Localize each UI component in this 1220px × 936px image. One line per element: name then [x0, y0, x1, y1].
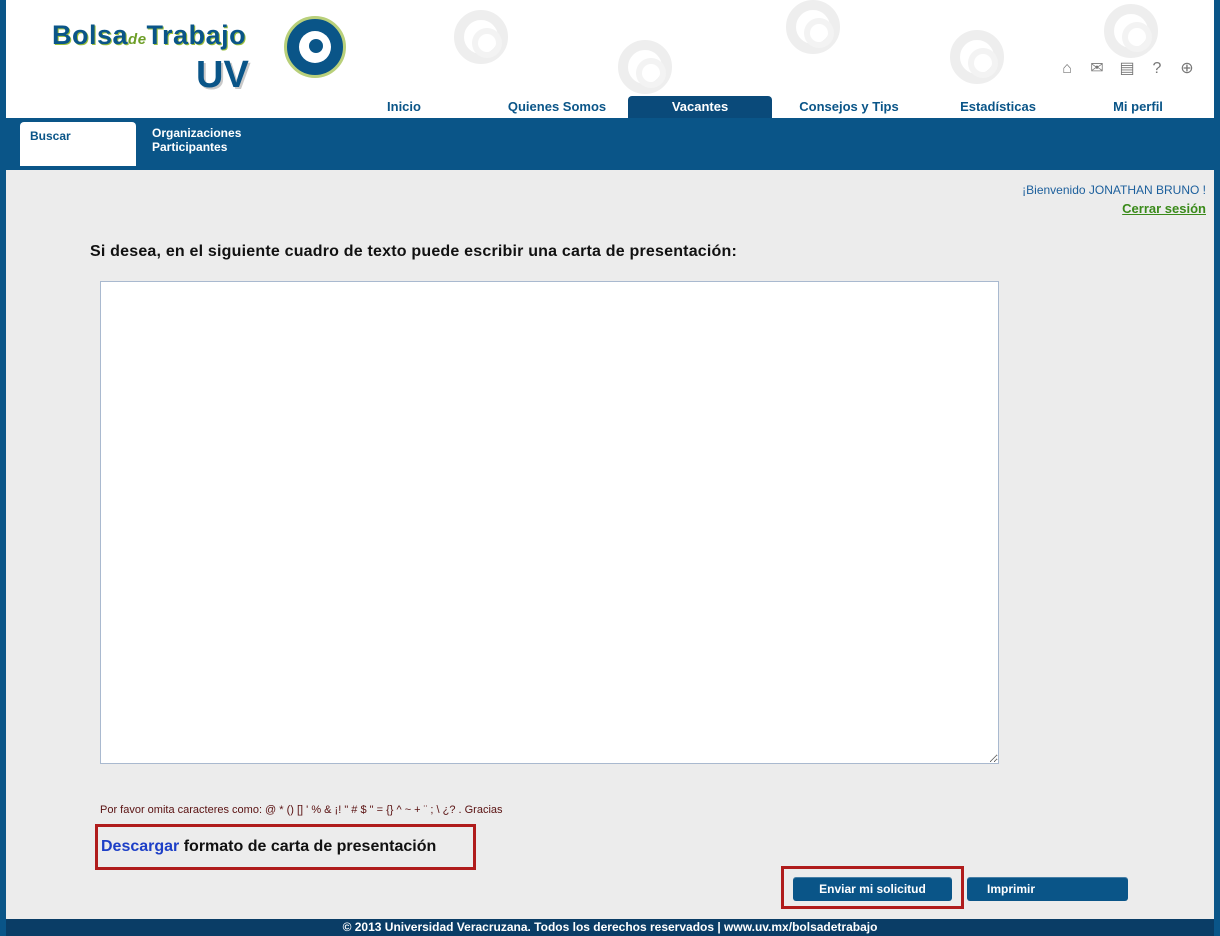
logo-swirl-icon [284, 16, 346, 78]
logo-text: BolsadeTrabajo [52, 20, 247, 50]
watermark-swirl-icon [786, 0, 840, 54]
cover-letter-textarea[interactable] [100, 281, 999, 764]
footer-copyright: © 2013 Universidad Veracruzana. Todos lo… [6, 919, 1214, 936]
main-nav: Inicio Quienes Somos Vacantes Consejos y… [356, 96, 1214, 118]
forbidden-characters-note: Por favor omita caracteres como: @ * () … [100, 804, 503, 816]
nav-quienes-somos[interactable]: Quienes Somos [494, 96, 620, 118]
document-icon[interactable]: ▤ [1118, 60, 1136, 78]
download-link[interactable]: Descargar [101, 838, 179, 855]
nav-mi-perfil[interactable]: Mi perfil [1098, 96, 1178, 118]
watermark-swirl-icon [950, 30, 1004, 84]
logout-link[interactable]: Cerrar sesión [1122, 201, 1206, 216]
header: BolsadeTrabajo UV ⌂ ✉ ▤ ? ⊕ Inicio Quien… [6, 0, 1214, 118]
globe-icon[interactable]: ⊕ [1178, 60, 1196, 78]
tab-label-line1: Organizaciones [152, 126, 242, 140]
nav-consejos-y-tips[interactable]: Consejos y Tips [786, 96, 912, 118]
download-format-row: Descargar formato de carta de presentaci… [101, 838, 436, 856]
right-border [1214, 0, 1220, 936]
site-logo[interactable]: BolsadeTrabajo UV [52, 12, 352, 102]
print-button[interactable]: Imprimir [967, 877, 1128, 901]
nav-estadisticas[interactable]: Estadísticas [946, 96, 1050, 118]
home-icon[interactable]: ⌂ [1058, 60, 1076, 78]
watermark-swirl-icon [454, 10, 508, 64]
welcome-message: ¡Bienvenido JONATHAN BRUNO ! [1022, 183, 1206, 197]
tab-buscar[interactable]: Buscar [20, 122, 136, 166]
tab-label-line2: Participantes [152, 140, 228, 154]
download-description: formato de carta de presentación [179, 838, 437, 855]
nav-vacantes[interactable]: Vacantes [628, 96, 772, 118]
nav-inicio[interactable]: Inicio [374, 96, 434, 118]
mail-icon[interactable]: ✉ [1088, 60, 1106, 78]
sub-nav: Buscar Organizaciones Participantes [6, 118, 1214, 170]
send-application-button[interactable]: Enviar mi solicitud [793, 877, 952, 901]
page-frame: BolsadeTrabajo UV ⌂ ✉ ▤ ? ⊕ Inicio Quien… [6, 0, 1214, 936]
watermark-swirl-icon [1104, 4, 1158, 58]
watermark-swirl-icon [618, 40, 672, 94]
help-icon[interactable]: ? [1148, 60, 1166, 78]
cover-letter-prompt: Si desea, en el siguiente cuadro de text… [90, 243, 738, 260]
utility-icons: ⌂ ✉ ▤ ? ⊕ [1058, 60, 1196, 78]
tab-buscar-label: Buscar [30, 129, 71, 143]
tab-organizaciones-participantes[interactable]: Organizaciones Participantes [152, 126, 241, 154]
logo-uv-text: UV [196, 54, 249, 96]
